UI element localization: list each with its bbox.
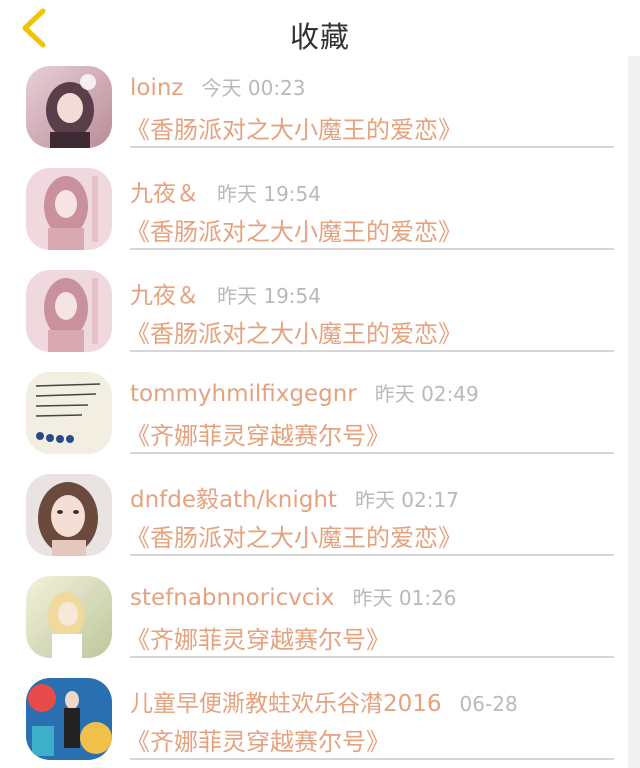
timestamp: 昨天 01:26 [352,586,457,610]
timestamp: 昨天 19:54 [217,182,321,206]
user-avatar[interactable] [26,66,112,148]
favorite-item[interactable]: 儿童早便澌教蛀欢乐谷潸2016 06-28 《齐娜菲灵穿越赛尔号》 [0,668,628,768]
user-avatar[interactable] [26,576,112,658]
username[interactable]: stefnabnnoricvcix [130,585,335,611]
timestamp: 06-28 [459,692,518,716]
favorites-list[interactable]: loinz 今天 00:23 《香肠派对之大小魔王的爱恋》 九夜＆ 昨天 19:54… [0,56,628,768]
favorite-item[interactable]: dnfde毅ath/knight 昨天 02:17 《香肠派对之大小魔王的爱恋》 [0,464,628,566]
favorite-item[interactable]: 九夜＆ 昨天 19:54 《香肠派对之大小魔王的爱恋》 [0,260,628,362]
username[interactable]: 儿童早便澌教蛀欢乐谷潸2016 [130,691,442,717]
username[interactable]: dnfde毅ath/knight [130,487,337,513]
username[interactable]: tommyhmilfixgegnr [130,381,357,407]
user-avatar[interactable] [26,474,112,556]
username[interactable]: 九夜＆ [130,283,199,309]
favorite-item[interactable]: 九夜＆ 昨天 19:54 《香肠派对之大小魔王的爱恋》 [0,158,628,260]
username[interactable]: loinz [130,75,184,101]
username[interactable]: 九夜＆ [130,181,199,207]
timestamp: 昨天 19:54 [217,284,321,308]
timestamp: 昨天 02:49 [374,382,479,406]
work-title-link[interactable]: 《齐娜菲灵穿越赛尔号》 [126,620,390,655]
user-avatar[interactable] [26,678,112,760]
timestamp: 昨天 02:17 [354,488,459,512]
divider [130,350,614,352]
divider [130,146,614,148]
page-title: 收藏 [289,20,350,54]
favorite-item[interactable]: tommyhmilfixgegnr 昨天 02:49 《齐娜菲灵穿越赛尔号》 [0,362,628,464]
scrollbar[interactable] [628,56,640,768]
user-avatar[interactable] [26,270,112,352]
work-title-link[interactable]: 《齐娜菲灵穿越赛尔号》 [126,722,390,757]
nav-bar: 收藏 [0,0,640,56]
timestamp: 今天 00:23 [201,76,306,100]
divider [130,248,614,250]
favorite-item[interactable]: stefnabnnoricvcix 昨天 01:26 《齐娜菲灵穿越赛尔号》 [0,566,628,668]
work-title-link[interactable]: 《香肠派对之大小魔王的爱恋》 [126,518,462,553]
work-title-link[interactable]: 《香肠派对之大小魔王的爱恋》 [126,110,462,145]
user-avatar[interactable] [26,168,112,250]
work-title-link[interactable]: 《香肠派对之大小魔王的爱恋》 [126,212,462,247]
favorite-item[interactable]: loinz 今天 00:23 《香肠派对之大小魔王的爱恋》 [0,56,628,158]
work-title-link[interactable]: 《齐娜菲灵穿越赛尔号》 [126,416,390,451]
divider [130,452,614,454]
divider [130,758,614,760]
divider [130,554,614,556]
user-avatar[interactable] [26,372,112,454]
work-title-link[interactable]: 《香肠派对之大小魔王的爱恋》 [126,314,462,349]
divider [130,656,614,658]
